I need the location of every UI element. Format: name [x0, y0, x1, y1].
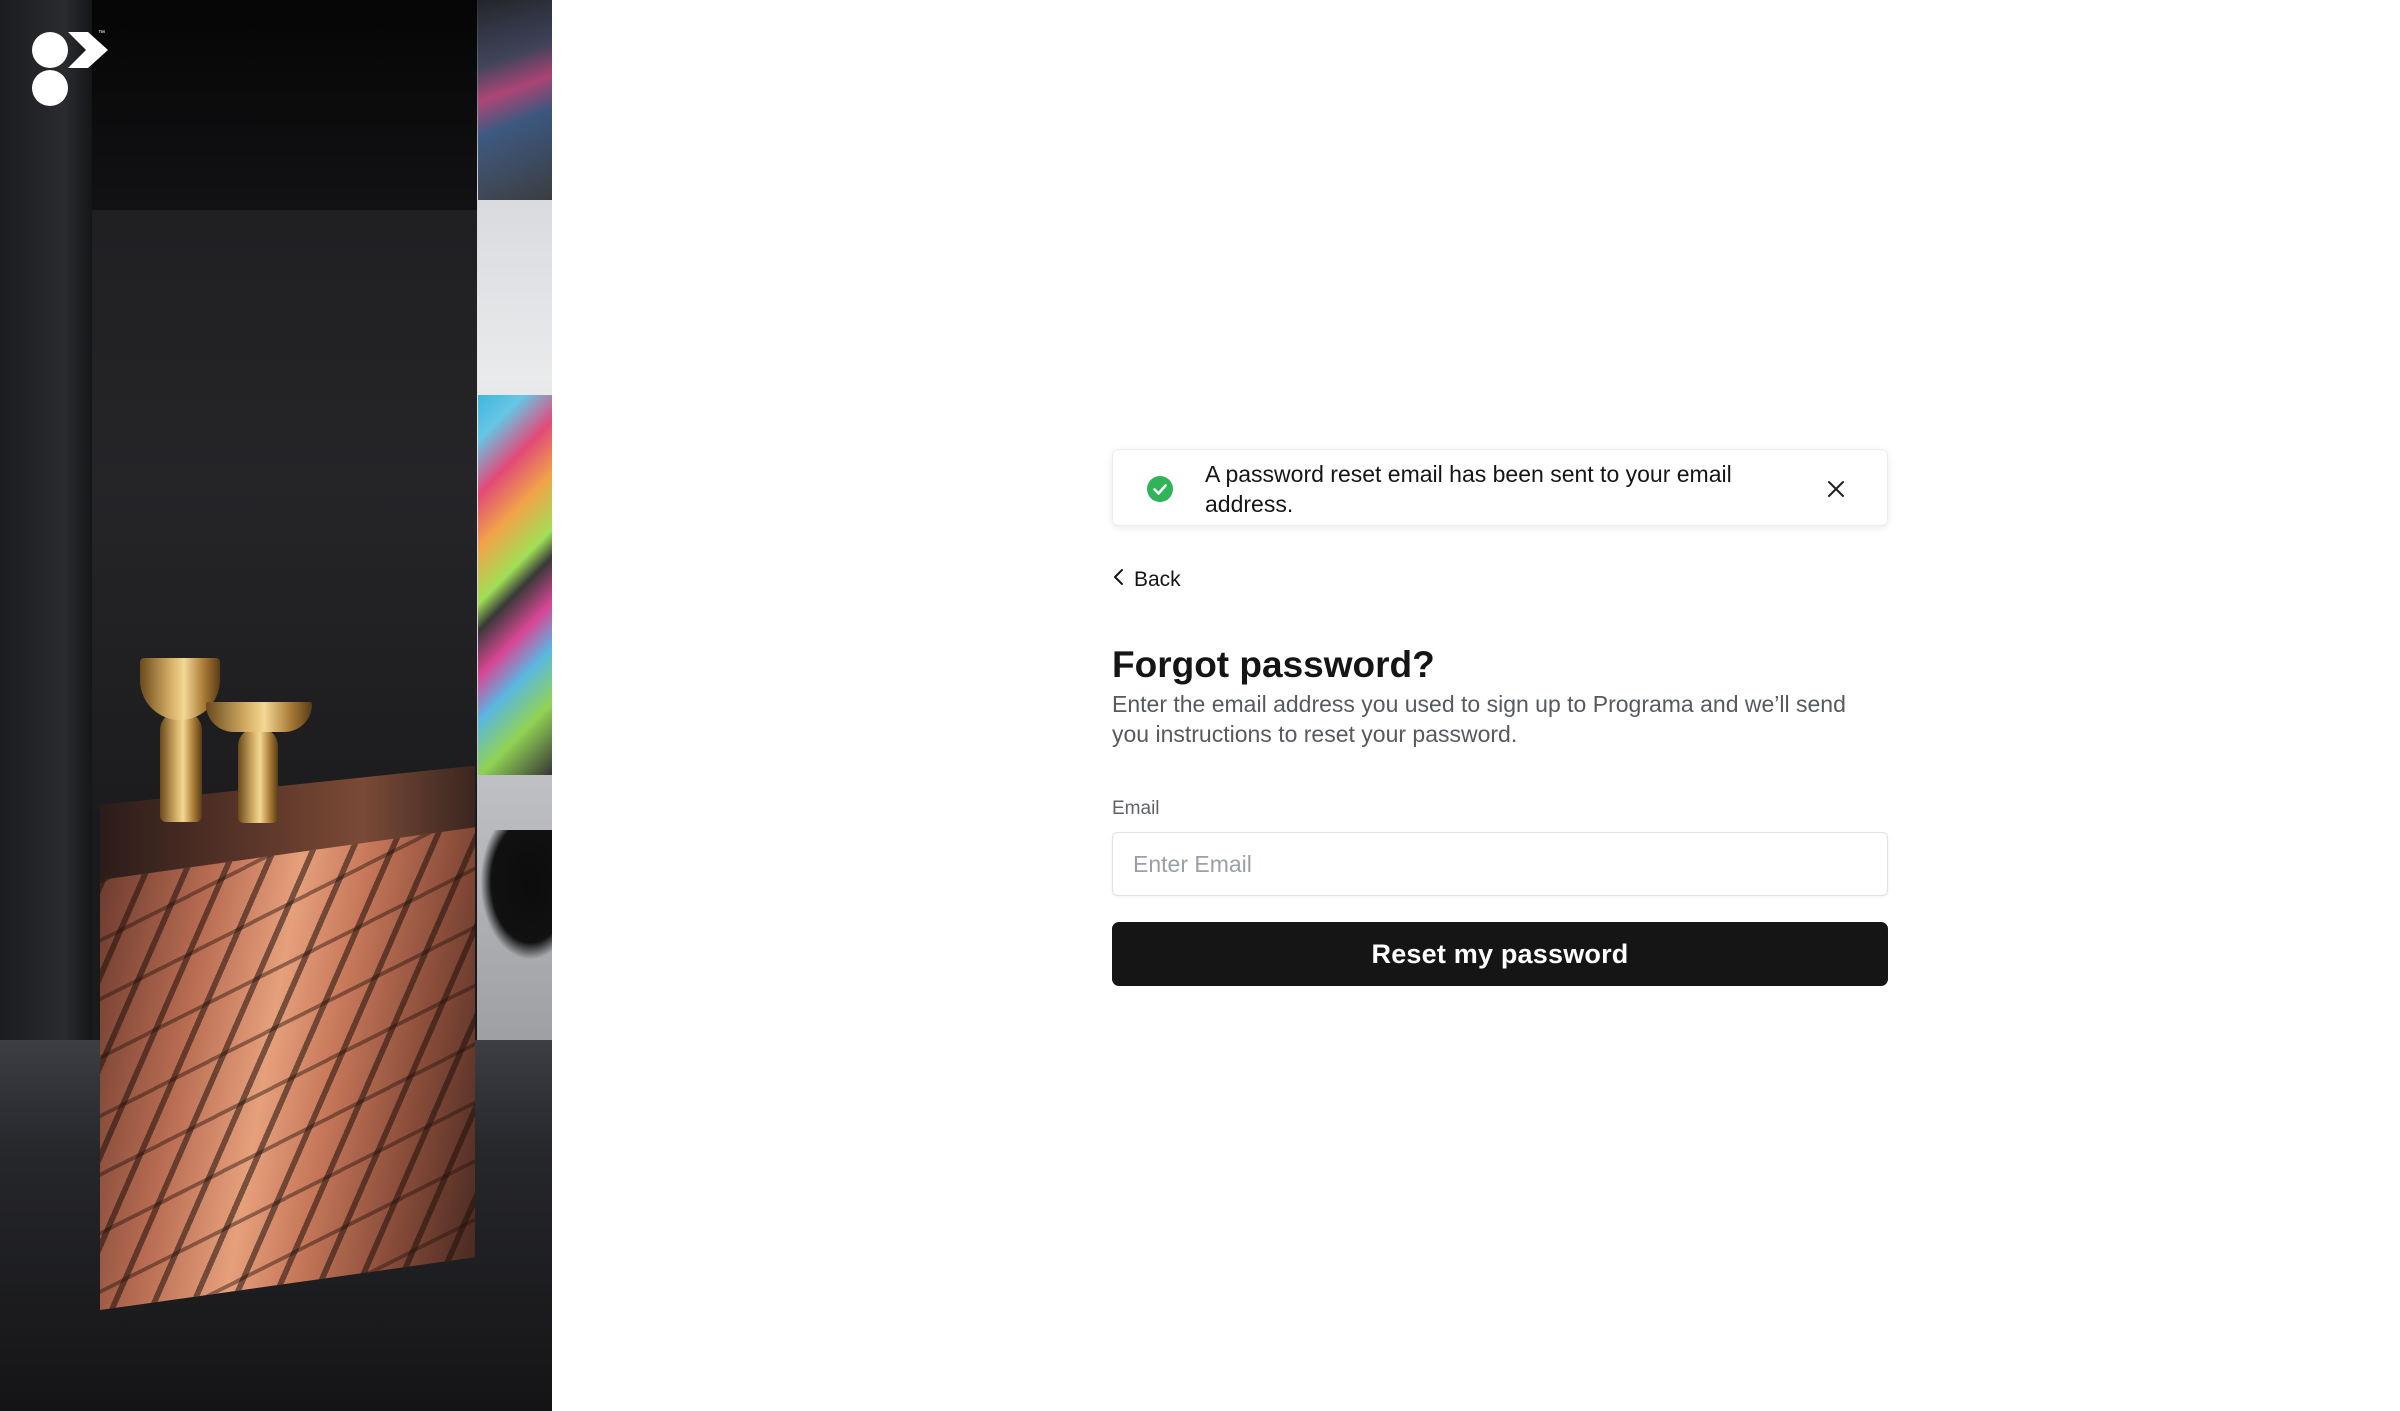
trademark-mark: ™ [98, 30, 105, 37]
page-description: Enter the email address you used to sign… [1112, 691, 1846, 747]
success-toast: A password reset email has been sent to … [1112, 449, 1888, 526]
back-button[interactable]: Back [1112, 565, 1181, 595]
close-icon[interactable] [1821, 474, 1851, 504]
forgot-password-page: ™ A password reset email has been sent t… [0, 0, 2400, 1411]
email-label: Email [1112, 798, 1160, 819]
email-field[interactable] [1112, 832, 1888, 896]
check-circle-icon [1147, 476, 1173, 502]
chevron-left-icon [1112, 566, 1126, 594]
reset-form-container: A password reset email has been sent to … [1112, 449, 1888, 986]
toast-message: A password reset email has been sent to … [1205, 461, 1732, 517]
hero-image: ™ [0, 0, 552, 1411]
back-label: Back [1134, 568, 1181, 591]
reset-password-button[interactable]: Reset my password [1112, 922, 1888, 986]
programa-logo-icon[interactable]: ™ [30, 30, 110, 110]
page-title: Forgot password? [1112, 644, 1435, 685]
